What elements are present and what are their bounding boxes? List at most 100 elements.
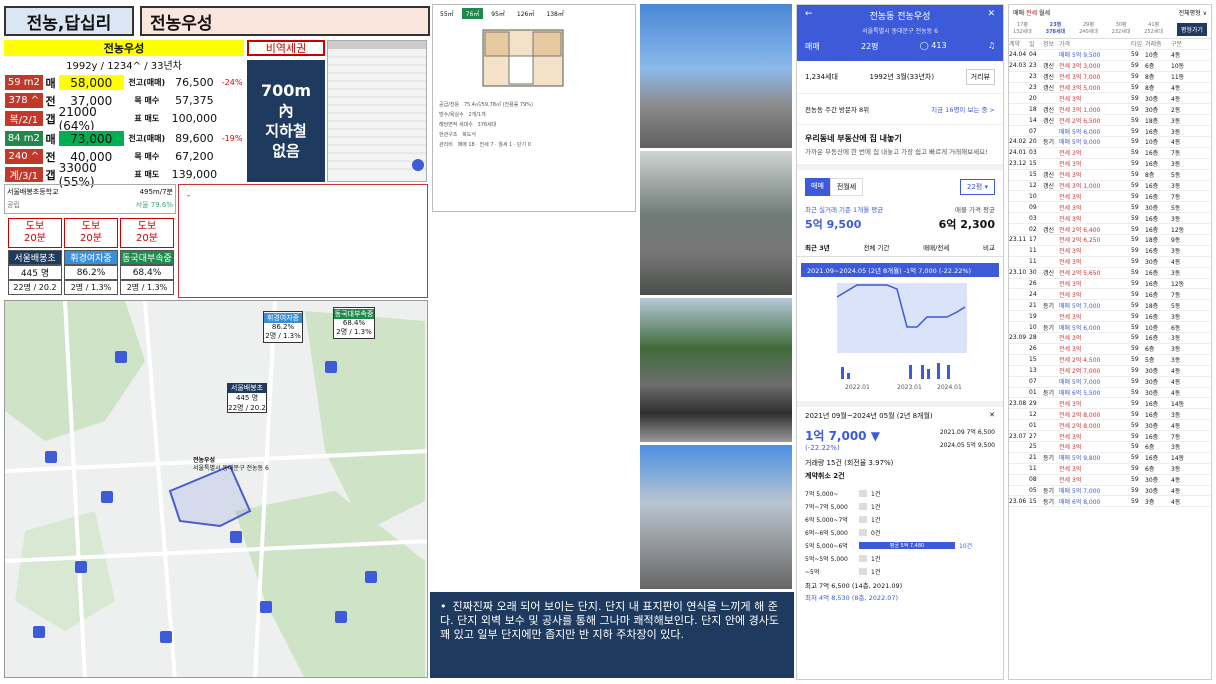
transaction-row[interactable]: 13 전세 2억 7,000 59 30층 4동 [1009, 366, 1211, 377]
transaction-row[interactable]: 23.06 15 등기 매매 6억 8,000 59 3층 4동 [1009, 496, 1211, 508]
size-tab[interactable]: 126㎡ [513, 8, 538, 19]
transaction-row[interactable]: 15 갱신 전세 3억 59 8층 5동 [1009, 170, 1211, 181]
size-tab[interactable]: 55㎡ [436, 8, 458, 19]
row-value: 33000 (55%) [57, 161, 125, 189]
size-filter[interactable]: 전체평형 ∨ [1179, 8, 1207, 17]
cell: 59 [1131, 388, 1139, 396]
transaction-row[interactable]: 24.04 04 매매 5억 9,500 59 10층 4동 [1009, 50, 1211, 61]
recent-label: 최근 실거래 기준 1개월 평균 [805, 206, 884, 214]
cell: 11 [1029, 247, 1037, 255]
transaction-row[interactable]: 24.02 20 등기 매매 5억 9,000 59 10층 4동 [1009, 137, 1211, 148]
transaction-row[interactable]: 03 전세 3억 59 16층 3동 [1009, 213, 1211, 225]
back-icon[interactable]: ← [805, 9, 813, 22]
go-size-button[interactable]: 평형가기 [1176, 22, 1207, 36]
recent-price: 5억 9,500 [805, 218, 862, 231]
transaction-row[interactable]: 21 등기 매매 5억 9,800 59 16층 14동 [1009, 453, 1211, 464]
size-dropdown[interactable]: 22평 ▾ [959, 179, 995, 195]
transaction-row[interactable]: 26 전세 3억 59 6층 3동 [1009, 344, 1211, 355]
transaction-row[interactable]: 14 갱신 전세 2억 6,500 59 18층 3동 [1009, 115, 1211, 127]
built-year: 1992년 3월(33년차) [869, 73, 935, 81]
row-key: 매 [43, 74, 58, 91]
transaction-row[interactable]: 08 전세 3억 59 30층 4동 [1009, 475, 1211, 486]
cell: 전세 3억 1,000 [1059, 183, 1101, 191]
size-option[interactable]: 17평 132세대 [1013, 22, 1032, 36]
transaction-row[interactable]: 05 등기 매매 5억 7,000 59 30층 4동 [1009, 486, 1211, 497]
subway-line: 內 [278, 102, 294, 120]
size-option[interactable]: 41평 252세대 [1144, 22, 1163, 36]
cell: 59 [1131, 214, 1139, 222]
cell: 전세 3억 [1059, 172, 1082, 180]
transaction-row[interactable]: 12 갱신 전세 3억 1,000 59 16층 3동 [1009, 181, 1211, 192]
cell: 매매 5억 7,000 [1059, 487, 1101, 495]
trade-select[interactable]: 매매 [805, 41, 820, 52]
transaction-row[interactable]: 23 갱신 전세 3억 5,000 59 8층 4동 [1009, 83, 1211, 94]
transaction-row[interactable]: 23.10 30 갱신 전세 2억 5,650 59 16층 3동 [1009, 268, 1211, 279]
transaction-row[interactable]: 24.01 03 전세 3억 59 16층 7동 [1009, 148, 1211, 159]
transaction-row[interactable]: 09 전세 3억 59 30층 5동 [1009, 202, 1211, 214]
size-option[interactable]: 30평 232세대 [1112, 22, 1131, 36]
streetview-button[interactable]: 거리뷰 [965, 69, 995, 85]
transaction-row[interactable]: 24 전세 3억 59 16층 7동 [1009, 289, 1211, 301]
transaction-row[interactable]: 18 갱신 전세 3억 1,000 59 30층 2동 [1009, 104, 1211, 116]
area-map[interactable]: 휘경여자중 86.2% 2명 / 1.3% 동국대부속중 68.4% 2명 / 1.3%… [4, 300, 428, 678]
bell-icon[interactable]: ♫ [988, 41, 995, 52]
ad-title[interactable]: 우리동네 부동산에 집 내놓기 [805, 133, 995, 144]
cell: 전세 2억 7,000 [1059, 368, 1101, 376]
transaction-row[interactable]: 25 전세 3억 59 6층 3동 [1009, 442, 1211, 453]
transaction-row[interactable]: 11 전세 3억 59 6층 3동 [1009, 464, 1211, 475]
cell: 26 [1029, 280, 1037, 288]
size-option[interactable]: 23평 378세대 [1046, 22, 1066, 36]
cell: 30층 [1145, 204, 1159, 212]
period-tab[interactable]: 전체 기간 [863, 242, 889, 252]
tab-jeonse[interactable]: 전세 [1026, 10, 1037, 17]
transaction-row[interactable]: 26 전세 3억 59 16층 12동 [1009, 279, 1211, 290]
transaction-row[interactable]: 01 전세 2억 8,000 59 30층 4동 [1009, 420, 1211, 432]
cell: 4동 [1171, 389, 1181, 397]
tab-sale[interactable]: 매매 [805, 178, 830, 196]
size-option[interactable]: 29평 240세대 [1079, 22, 1098, 36]
cell: 12 [1029, 410, 1037, 418]
region-title: 전농,답십리 [4, 6, 134, 36]
transaction-row[interactable]: 24.03 23 갱신 전세 3억 3,000 59 6층 10동 [1009, 61, 1211, 72]
transaction-row[interactable]: 10 전세 3억 59 16층 7동 [1009, 191, 1211, 203]
tab-rent[interactable]: 전월세 [829, 178, 864, 196]
transaction-row[interactable]: 21 등기 매매 5억 7,000 59 18층 5동 [1009, 300, 1211, 312]
cell: 3동 [1171, 128, 1181, 136]
cell: 전세 3억 [1059, 335, 1082, 343]
period-tab[interactable]: 최근 3년 [805, 242, 830, 252]
size-tab[interactable]: 76㎡ [461, 8, 484, 19]
transaction-row[interactable]: 07 매매 5억 6,000 59 16층 3동 [1009, 126, 1211, 138]
visitor-link[interactable]: 지금 16명이 보는 중 > [931, 104, 995, 114]
cell: 8층 [1145, 172, 1155, 180]
transaction-row[interactable]: 02 갱신 전세 2억 6,400 59 16층 12동 [1009, 224, 1211, 236]
close-icon[interactable]: ✕ [989, 411, 995, 421]
transaction-row[interactable]: 19 전세 3억 59 16층 3동 [1009, 311, 1211, 323]
transaction-row[interactable]: 23.08 29 전세 3억 59 16층 14동 [1009, 398, 1211, 410]
transaction-row[interactable]: 07 매매 5억 7,000 59 30층 4동 [1009, 377, 1211, 388]
close-icon[interactable]: ✕ [987, 9, 995, 22]
period-tab[interactable]: 매매/전세 [923, 242, 949, 252]
cell: 3동 [1171, 183, 1181, 191]
cell: 11 [1029, 465, 1037, 473]
transaction-row[interactable]: 15 전세 2억 4,500 59 5층 3동 [1009, 355, 1211, 366]
transaction-row[interactable]: 23.09 28 전세 3억 59 16층 3동 [1009, 333, 1211, 344]
transaction-row[interactable]: 11 전세 3억 59 16층 3동 [1009, 246, 1211, 257]
tab-sale[interactable]: 매매 [1013, 10, 1024, 17]
transaction-row[interactable]: 12 전세 2억 8,000 59 16층 3동 [1009, 409, 1211, 421]
transaction-row[interactable]: 23.12 15 전세 3억 59 16층 3동 [1009, 159, 1211, 170]
transaction-row[interactable]: 10 등기 매매 5억 6,000 59 10층 6동 [1009, 322, 1211, 334]
transaction-row[interactable]: 23 갱신 전세 3억 7,000 59 8층 11동 [1009, 72, 1211, 83]
transaction-row[interactable]: 01 등기 매매 6억 5,500 59 30층 4동 [1009, 388, 1211, 399]
transaction-row[interactable]: 20 전세 3억 59 30층 4동 [1009, 93, 1211, 105]
period-tab[interactable]: 비교 [983, 242, 995, 252]
tab-monthly[interactable]: 월세 [1039, 10, 1050, 17]
transaction-row[interactable]: 23.07 27 전세 3억 59 16층 7동 [1009, 431, 1211, 442]
size-tab[interactable]: 138㎡ [542, 8, 567, 19]
price-row: 378 ^ 전 37,000 목 매수 57,375 [4, 92, 244, 109]
size-select[interactable]: 22평 [861, 41, 879, 52]
transaction-row[interactable]: 11 전세 3억 59 30층 4동 [1009, 257, 1211, 268]
transaction-row[interactable]: 23.11 17 전세 2억 6,250 59 18층 9동 [1009, 235, 1211, 246]
cell: 매매 5억 9,000 [1059, 139, 1101, 147]
size-tab[interactable]: 95㎡ [487, 8, 509, 19]
count-badge[interactable]: ◯ 413 [920, 41, 947, 52]
